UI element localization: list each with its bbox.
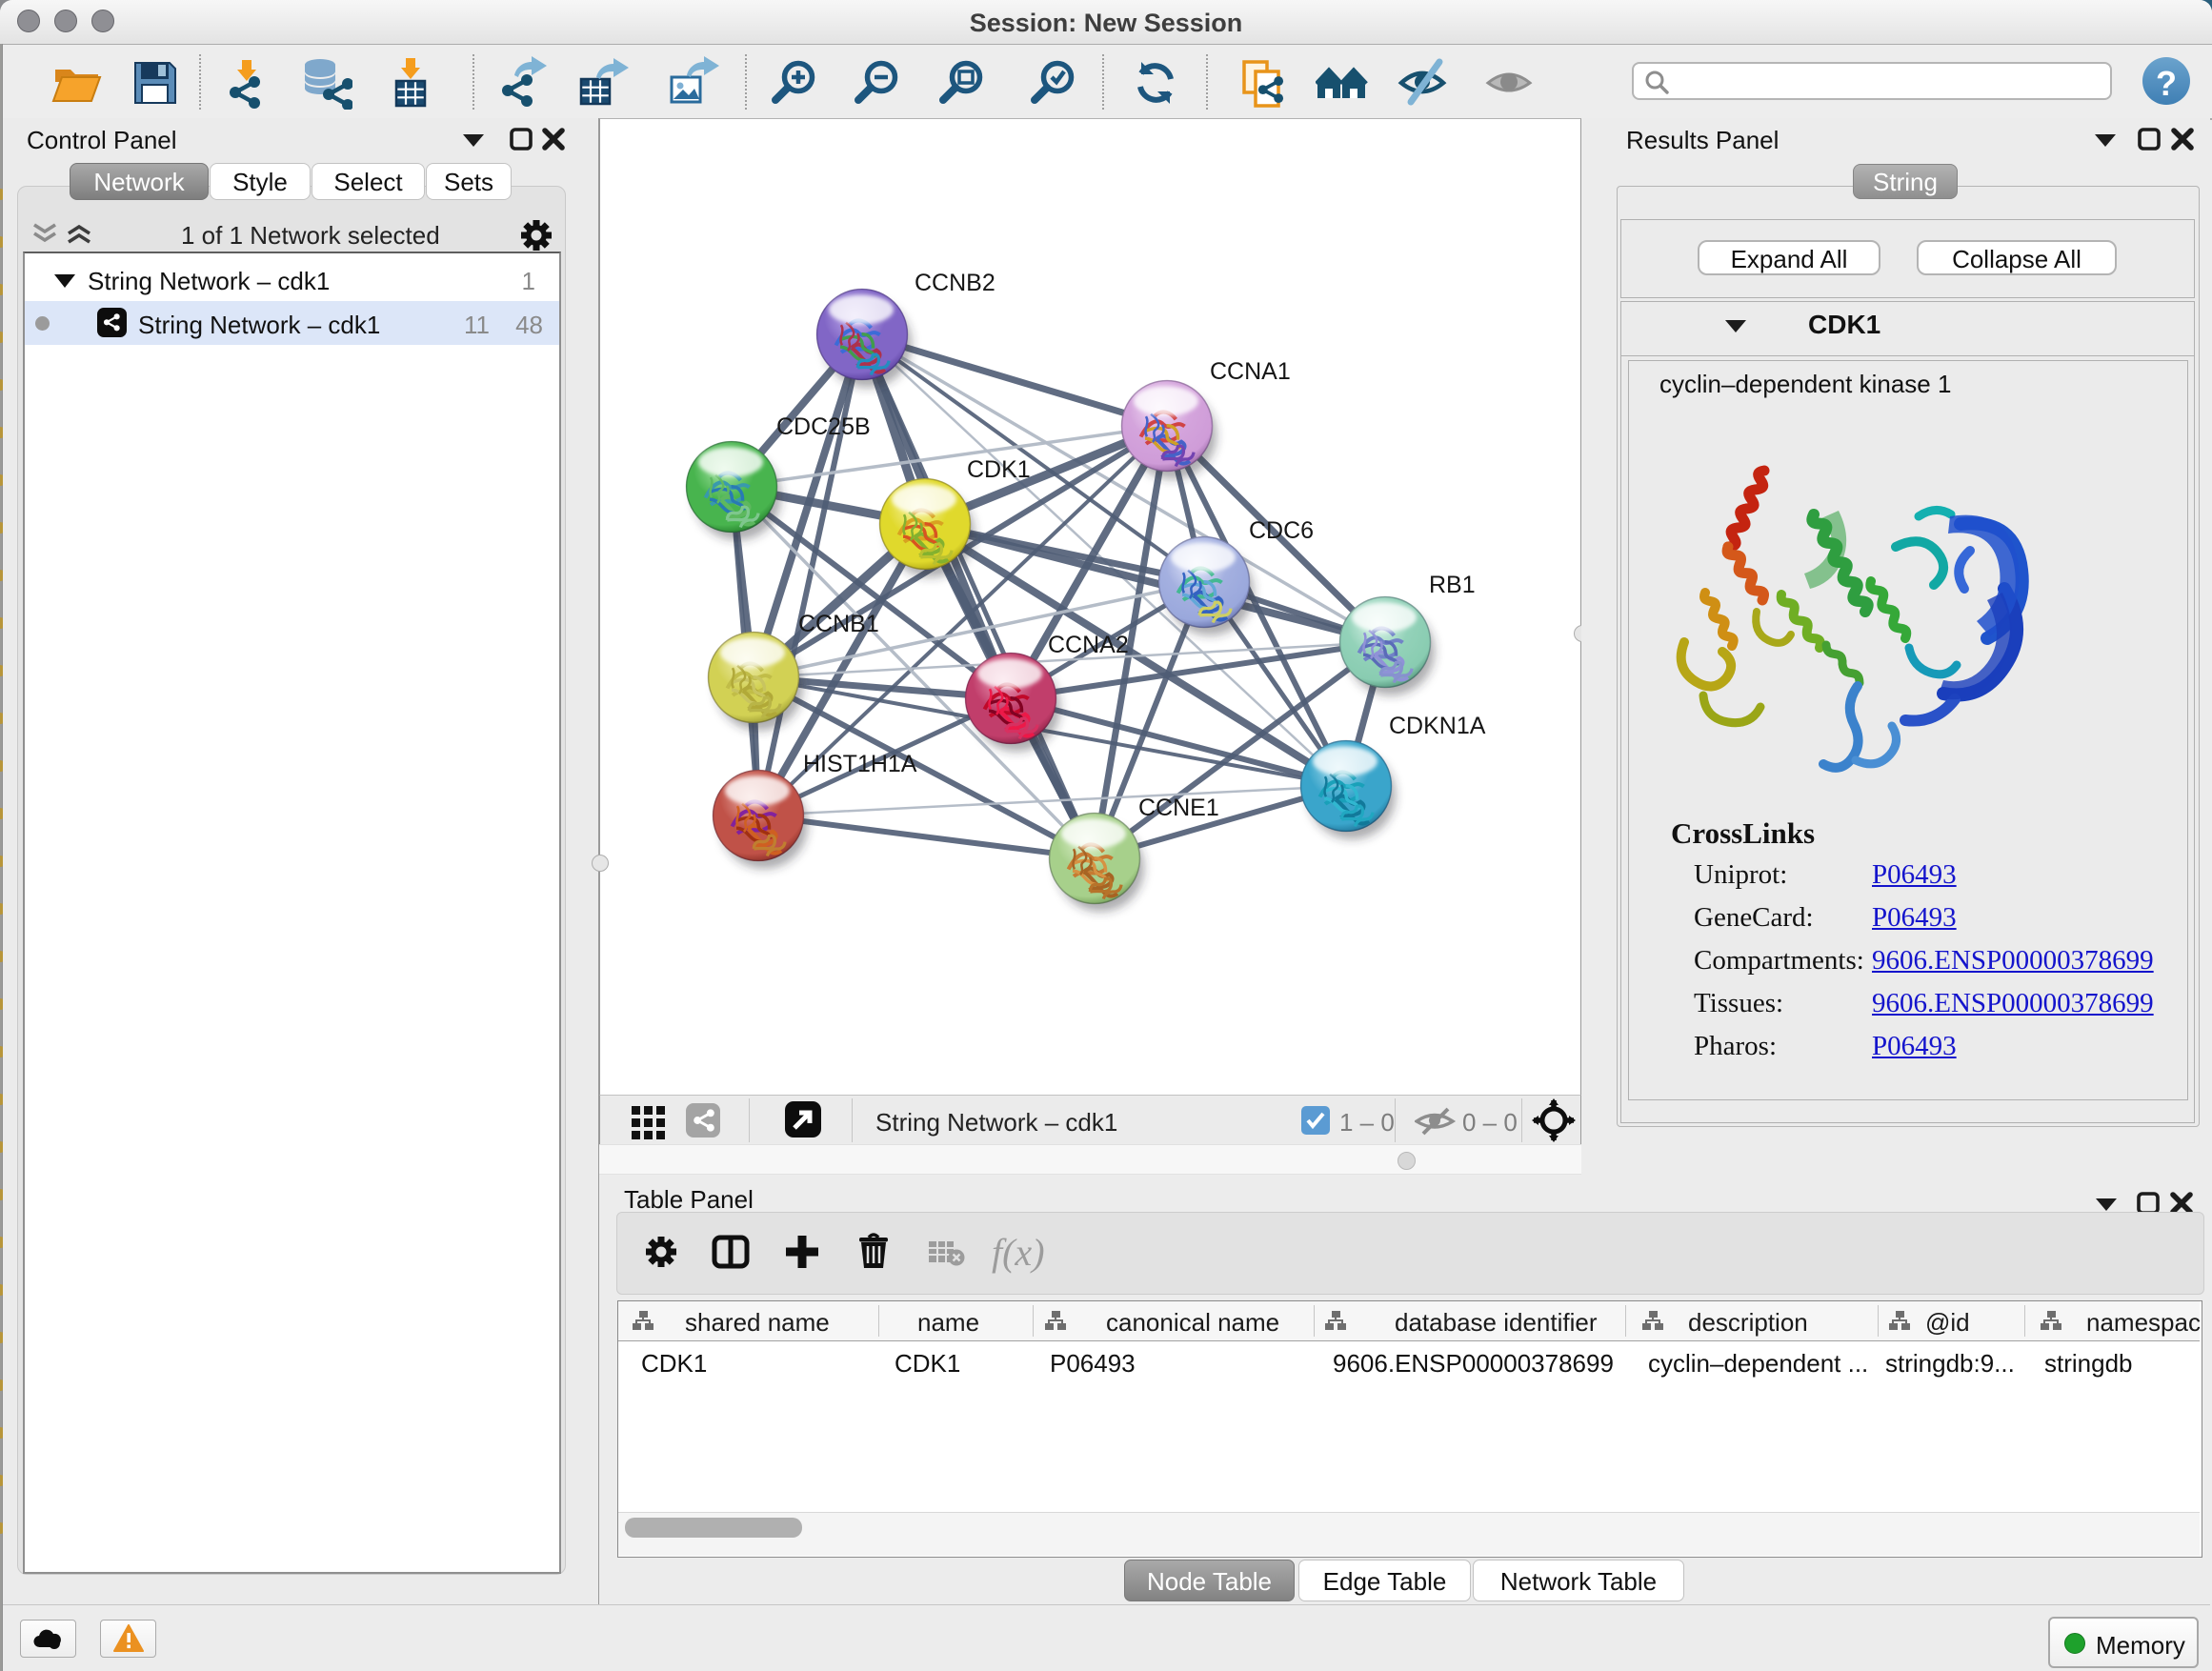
svg-text:CCNE1: CCNE1 [1138,795,1219,821]
svg-text:RB1: RB1 [1429,572,1476,598]
svg-text:CCNA1: CCNA1 [1210,358,1291,385]
svg-text:CCNB1: CCNB1 [798,611,879,637]
svg-text:HIST1H1A: HIST1H1A [803,751,917,777]
svg-text:CCNB2: CCNB2 [915,270,995,296]
svg-text:CDKN1A: CDKN1A [1389,713,1486,739]
svg-text:CDC6: CDC6 [1249,517,1314,544]
svg-text:CCNA2: CCNA2 [1048,632,1129,658]
svg-text:CDC25B: CDC25B [776,413,871,440]
svg-text:CDK1: CDK1 [967,456,1031,483]
